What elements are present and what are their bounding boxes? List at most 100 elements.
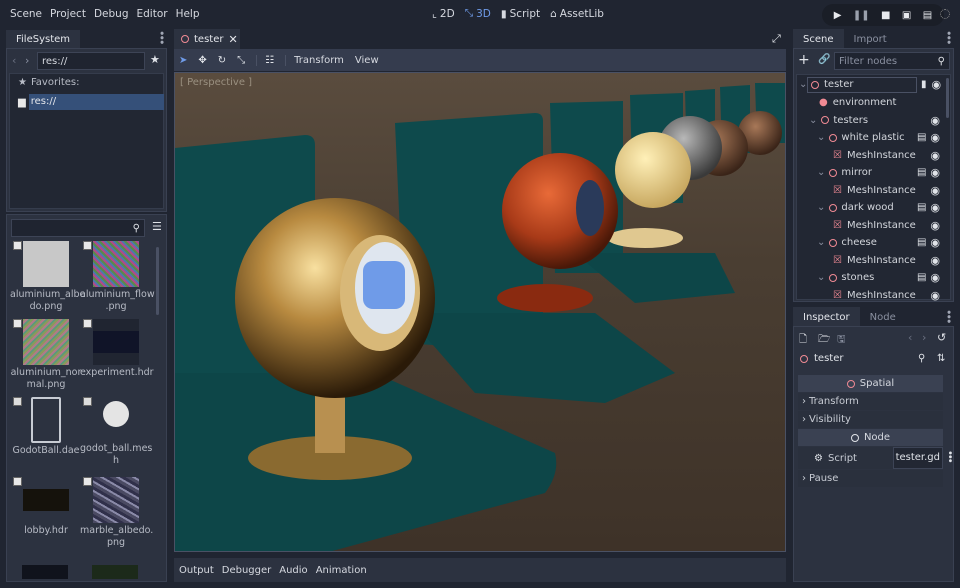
perspective-label[interactable]: [ Perspective ]: [180, 77, 252, 88]
visibility-eye-icon[interactable]: ◉: [930, 219, 940, 232]
chevron-down-icon[interactable]: ⌄: [817, 202, 825, 213]
select-tool-icon[interactable]: ➤: [179, 55, 187, 66]
dock-menu-icon[interactable]: •••: [942, 30, 955, 43]
chevron-down-icon[interactable]: ⌄: [817, 237, 825, 248]
visibility-eye-icon[interactable]: ◉: [930, 236, 940, 249]
tab-audio[interactable]: Audio: [279, 565, 307, 576]
tree-node-meshinstance[interactable]: ☒ MeshInstance ◉: [797, 252, 950, 270]
forward-icon[interactable]: ›: [25, 54, 29, 67]
list-view-toggle-icon[interactable]: ☰: [152, 220, 162, 233]
file-item[interactable]: experiment.hdr: [80, 319, 154, 379]
file-item[interactable]: lobby.hdr: [10, 477, 82, 537]
tree-node-meshinstance[interactable]: ☒ MeshInstance ◉: [797, 147, 950, 165]
tab-animation[interactable]: Animation: [316, 565, 367, 576]
file-item[interactable]: godot_ball.mes h: [80, 397, 152, 467]
tree-node-environment[interactable]: ● environment: [797, 94, 950, 112]
open-in-editor-icon[interactable]: ▤: [917, 237, 926, 248]
list-select-icon[interactable]: ☷: [256, 54, 274, 66]
res-root-item[interactable]: ▆ res://: [18, 94, 164, 110]
chevron-down-icon[interactable]: ⌄: [799, 79, 807, 90]
visibility-eye-icon[interactable]: ◉: [930, 149, 940, 162]
dock-menu-icon[interactable]: •••: [942, 309, 955, 322]
history-back-icon[interactable]: ‹: [908, 331, 912, 344]
tab-inspector[interactable]: Inspector: [793, 307, 860, 327]
file-item[interactable]: marble_albedo. png: [80, 477, 153, 549]
property-group-pause[interactable]: › Pause: [798, 470, 943, 487]
tree-node-meshinstance[interactable]: ☒ MeshInstance ◉: [797, 287, 950, 305]
play-icon[interactable]: ▶: [834, 10, 842, 21]
tree-node-tester[interactable]: ⌄ tester ▮ ◉: [797, 76, 950, 94]
property-group-transform[interactable]: › Transform: [798, 393, 943, 410]
visibility-eye-icon[interactable]: ◉: [930, 201, 940, 214]
menu-debug[interactable]: Debug: [94, 8, 129, 20]
open-in-editor-icon[interactable]: ▤: [917, 202, 926, 213]
visibility-eye-icon[interactable]: ◉: [930, 254, 940, 267]
property-group-visibility[interactable]: › Visibility: [798, 411, 943, 428]
visibility-eye-icon[interactable]: ◉: [930, 289, 940, 302]
back-icon[interactable]: ‹: [12, 54, 16, 67]
tab-debugger[interactable]: Debugger: [222, 565, 272, 576]
object-history-icon[interactable]: ↺: [937, 331, 946, 344]
tab-filesystem[interactable]: FileSystem: [6, 30, 81, 49]
favorites-item[interactable]: ★ Favorites:: [18, 77, 80, 88]
menu-editor[interactable]: Editor: [136, 8, 167, 20]
chevron-down-icon[interactable]: ⌄: [817, 272, 825, 283]
file-search-input[interactable]: ⚲: [11, 219, 145, 237]
visibility-eye-icon[interactable]: ◉: [932, 78, 942, 91]
tree-node-meshinstance[interactable]: ☒ MeshInstance ◉: [797, 217, 950, 235]
tree-node-stones[interactable]: ⌄ stones ▤ ◉: [797, 269, 950, 287]
tree-node-dark-wood[interactable]: ⌄ dark wood ▤ ◉: [797, 199, 950, 217]
rotate-tool-icon[interactable]: ↻: [218, 55, 226, 66]
menu-help[interactable]: Help: [176, 8, 200, 20]
visibility-eye-icon[interactable]: ◉: [930, 131, 940, 144]
tree-node-meshinstance[interactable]: ☒ MeshInstance ◉: [797, 182, 950, 200]
instance-scene-icon[interactable]: 🔗: [818, 54, 830, 65]
view-menu[interactable]: View: [355, 55, 379, 66]
tab-node[interactable]: Node: [860, 307, 906, 327]
chevron-down-icon[interactable]: ⌄: [817, 167, 825, 178]
tree-node-testers[interactable]: ⌄ testers ◉: [797, 112, 950, 130]
object-properties-icon[interactable]: ⇅: [937, 353, 945, 364]
open-in-editor-icon[interactable]: ▤: [917, 167, 926, 178]
play-scene-icon[interactable]: ▣: [902, 10, 911, 21]
file-item[interactable]: aluminium_albe do.png: [10, 241, 85, 313]
script-resource-field[interactable]: tester.gd: [892, 447, 943, 469]
3d-viewport[interactable]: [ Perspective ]: [174, 72, 786, 552]
visibility-eye-icon[interactable]: ◉: [930, 271, 940, 284]
menu-scene[interactable]: Scene: [10, 8, 42, 20]
filter-nodes-input[interactable]: Filter nodes ⚲: [834, 52, 950, 70]
update-spinner-icon[interactable]: [940, 9, 950, 19]
open-in-editor-icon[interactable]: ▤: [917, 132, 926, 143]
scene-tab-tester[interactable]: tester ✕: [174, 29, 240, 49]
save-resource-icon[interactable]: 🖫: [837, 332, 846, 349]
new-resource-icon[interactable]: 🗋: [799, 332, 807, 349]
mode-2d-button[interactable]: ⌞ 2D: [432, 7, 455, 20]
menu-project[interactable]: Project: [50, 8, 86, 20]
transform-menu[interactable]: Transform: [285, 54, 344, 66]
distraction-free-icon[interactable]: ⤢: [772, 32, 781, 46]
visibility-eye-icon[interactable]: ◉: [930, 184, 940, 197]
search-icon[interactable]: ⚲: [918, 353, 925, 364]
file-item[interactable]: GodotBall.dae: [10, 397, 82, 457]
move-tool-icon[interactable]: ✥: [198, 55, 206, 66]
tree-node-white-plastic[interactable]: ⌄ white plastic ▤ ◉: [797, 129, 950, 147]
tree-node-cheese[interactable]: ⌄ cheese ▤ ◉: [797, 234, 950, 252]
stop-icon[interactable]: ■: [881, 10, 890, 21]
pause-icon[interactable]: ❚❚: [853, 10, 870, 21]
script-menu-icon[interactable]: •••: [944, 450, 955, 462]
tab-output[interactable]: Output: [179, 565, 214, 576]
play-custom-scene-icon[interactable]: ▤: [923, 10, 932, 21]
mode-script-button[interactable]: ▮ Script: [501, 7, 540, 20]
visibility-eye-icon[interactable]: ◉: [930, 166, 940, 179]
file-item[interactable]: aluminium_flow .png: [80, 241, 155, 313]
dock-menu-icon[interactable]: •••: [155, 30, 168, 43]
tree-node-mirror[interactable]: ⌄ mirror ▤ ◉: [797, 164, 950, 182]
close-tab-icon[interactable]: ✕: [228, 33, 237, 46]
history-forward-icon[interactable]: ›: [922, 331, 926, 344]
chevron-down-icon[interactable]: ⌄: [817, 132, 825, 143]
chevron-down-icon[interactable]: ⌄: [809, 115, 817, 126]
script-icon[interactable]: ▮: [921, 79, 927, 90]
mode-assetlib-button[interactable]: ⌂ AssetLib: [550, 7, 604, 20]
scale-tool-icon[interactable]: ⤡: [237, 55, 245, 66]
open-resource-icon[interactable]: 🗁: [818, 332, 830, 349]
